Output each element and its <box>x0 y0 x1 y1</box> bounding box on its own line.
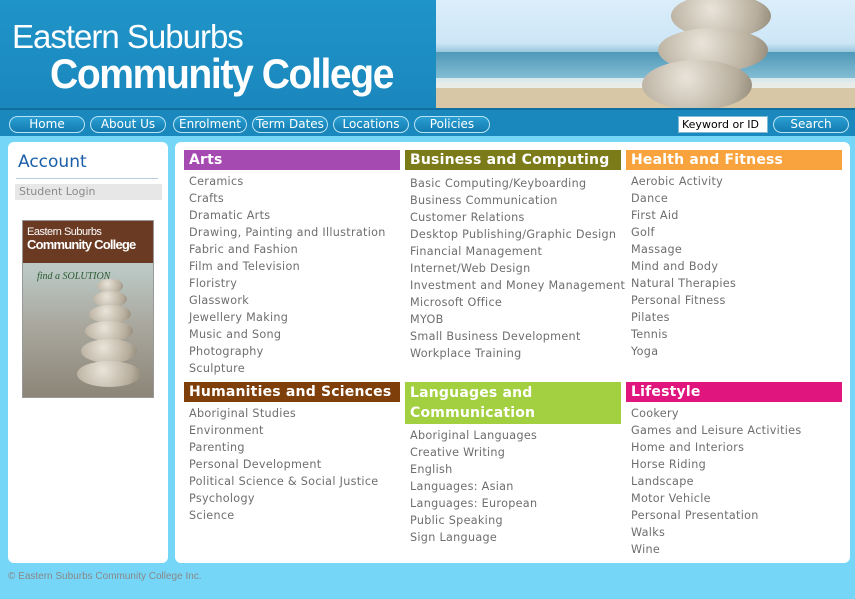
course-link[interactable]: Horse Riding <box>631 456 842 473</box>
course-link[interactable]: Environment <box>189 422 400 439</box>
course-link[interactable]: Music and Song <box>189 326 400 343</box>
footer-copyright: © Eastern Suburbs Community College Inc. <box>8 571 202 582</box>
course-link[interactable]: Home and Interiors <box>631 439 842 456</box>
course-link[interactable]: Drawing, Painting and Illustration <box>189 224 400 241</box>
category-heading[interactable]: Lifestyle <box>626 382 842 402</box>
course-link[interactable]: Investment and Money Management <box>410 277 625 294</box>
course-link[interactable]: Motor Vehicle <box>631 490 842 507</box>
course-link[interactable]: Sign Language <box>410 529 621 546</box>
course-link[interactable]: Personal Development <box>189 456 400 473</box>
course-link[interactable]: Fabric and Fashion <box>189 241 400 258</box>
category-business-computing: Business and Computing Basic Computing/K… <box>405 150 625 362</box>
nav-term-dates[interactable]: Term Dates <box>252 116 328 133</box>
category-health-fitness: Health and Fitness Aerobic Activity Danc… <box>626 150 842 360</box>
course-link[interactable]: Public Speaking <box>410 512 621 529</box>
account-sidebar: Account Student Login Eastern Suburbs Co… <box>8 142 168 563</box>
course-link[interactable]: Cookery <box>631 405 842 422</box>
course-link[interactable]: Sculpture <box>189 360 400 377</box>
search-button[interactable]: Search <box>773 116 849 133</box>
course-link[interactable]: Financial Management <box>410 243 621 260</box>
course-link[interactable]: Pilates <box>631 309 842 326</box>
category-arts: Arts Ceramics Crafts Dramatic Arts Drawi… <box>184 150 400 377</box>
course-link[interactable]: Tennis <box>631 326 842 343</box>
course-link[interactable]: First Aid <box>631 207 842 224</box>
course-link[interactable]: Mind and Body <box>631 258 842 275</box>
logo-area[interactable]: Eastern Suburbs Community College <box>0 0 436 108</box>
course-link[interactable]: Languages: European <box>410 495 621 512</box>
course-link[interactable]: Film and Television <box>189 258 400 275</box>
nav-locations[interactable]: Locations <box>333 116 409 133</box>
nav-policies[interactable]: Policies <box>414 116 490 133</box>
course-link[interactable]: MYOB <box>410 311 621 328</box>
divider <box>16 178 158 179</box>
nav-home[interactable]: Home <box>9 116 85 133</box>
logo-line2: Community College <box>50 50 394 97</box>
course-link[interactable]: Customer Relations <box>410 209 621 226</box>
cover-title-line2: Community College <box>27 237 136 252</box>
course-link[interactable]: Aboriginal Languages <box>410 427 621 444</box>
course-link[interactable]: Dramatic Arts <box>189 207 400 224</box>
main-nav: Home About Us Enrolment Term Dates Locat… <box>0 108 855 136</box>
course-link[interactable]: Personal Fitness <box>631 292 842 309</box>
category-lifestyle: Lifestyle Cookery Games and Leisure Acti… <box>626 382 842 558</box>
course-link[interactable]: Aboriginal Studies <box>189 405 400 422</box>
course-link[interactable]: Aerobic Activity <box>631 173 842 190</box>
course-link[interactable]: Basic Computing/Keyboarding <box>410 175 621 192</box>
course-link[interactable]: Dance <box>631 190 842 207</box>
course-link[interactable]: Massage <box>631 241 842 258</box>
account-title: Account <box>18 152 87 172</box>
course-link[interactable]: Ceramics <box>189 173 400 190</box>
course-link[interactable]: Psychology <box>189 490 400 507</box>
search-input[interactable]: Keyword or ID <box>678 116 768 133</box>
category-humanities-sciences: Humanities and Sciences Aboriginal Studi… <box>184 382 400 524</box>
course-link[interactable]: Crafts <box>189 190 400 207</box>
course-guide-cover[interactable]: Eastern Suburbs Community College find a… <box>22 220 154 398</box>
header-photo <box>436 0 855 108</box>
category-languages-communication: Languages and Communication Aboriginal L… <box>405 382 621 546</box>
category-heading[interactable]: Health and Fitness <box>626 150 842 170</box>
course-link[interactable]: Yoga <box>631 343 842 360</box>
nav-about-us[interactable]: About Us <box>90 116 166 133</box>
category-heading[interactable]: Arts <box>184 150 400 170</box>
course-link[interactable]: Walks <box>631 524 842 541</box>
course-link[interactable]: English <box>410 461 621 478</box>
course-link[interactable]: Internet/Web Design <box>410 260 621 277</box>
nav-enrolment[interactable]: Enrolment <box>173 116 247 133</box>
course-link[interactable]: Landscape <box>631 473 842 490</box>
course-link[interactable]: Microsoft Office <box>410 294 621 311</box>
course-link[interactable]: Floristry <box>189 275 400 292</box>
student-login-link[interactable]: Student Login <box>15 184 162 200</box>
category-heading[interactable]: Humanities and Sciences <box>184 382 400 402</box>
course-link[interactable]: Business Communication <box>410 192 621 209</box>
course-link[interactable]: Glasswork <box>189 292 400 309</box>
course-link[interactable]: Parenting <box>189 439 400 456</box>
course-link[interactable]: Wine <box>631 541 842 558</box>
course-link[interactable]: Desktop Publishing/Graphic Design <box>410 226 621 243</box>
course-link[interactable]: Political Science & Social Justice <box>189 473 400 490</box>
course-link[interactable]: Science <box>189 507 400 524</box>
category-heading[interactable]: Languages and Communication <box>405 382 621 424</box>
category-heading[interactable]: Business and Computing <box>405 150 621 170</box>
course-link[interactable]: Golf <box>631 224 842 241</box>
course-link[interactable]: Workplace Training <box>410 345 621 362</box>
course-link[interactable]: Personal Presentation <box>631 507 842 524</box>
course-link[interactable]: Photography <box>189 343 400 360</box>
course-link[interactable]: Small Business Development <box>410 328 621 345</box>
course-link[interactable]: Jewellery Making <box>189 309 400 326</box>
course-link[interactable]: Creative Writing <box>410 444 621 461</box>
course-categories: Arts Ceramics Crafts Dramatic Arts Drawi… <box>175 142 850 563</box>
site-header: Eastern Suburbs Community College <box>0 0 855 108</box>
cover-masthead: Eastern Suburbs Community College <box>23 221 153 263</box>
course-link[interactable]: Games and Leisure Activities <box>631 422 842 439</box>
course-link[interactable]: Languages: Asian <box>410 478 621 495</box>
course-link[interactable]: Natural Therapies <box>631 275 842 292</box>
